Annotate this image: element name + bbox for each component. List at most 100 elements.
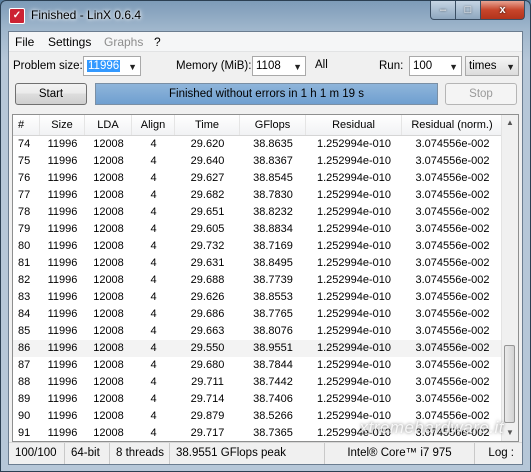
table-row[interactable]: 85 11996 12008 4 29.663 38.8076 1.252994e-010 3… — [13, 323, 503, 340]
column-header[interactable]: Time — [175, 115, 240, 135]
table-cell: 1.252994e-010 — [316, 342, 391, 354]
chevron-down-icon: ▼ — [506, 62, 515, 72]
table-cell: 11996 — [47, 274, 78, 286]
results-table[interactable]: # Size LDA Align Time GFlops Residual Residual … — [12, 114, 519, 442]
vertical-scrollbar[interactable]: ▲ ▼ — [501, 115, 518, 441]
table-cell: 38.7365 — [253, 427, 293, 439]
table-cell: 1.252994e-010 — [316, 274, 391, 286]
table-row[interactable]: 79 11996 12008 4 29.605 38.8834 1.252994e-010 3… — [13, 221, 503, 238]
table-cell: 11996 — [47, 189, 78, 201]
table-row[interactable]: 87 11996 12008 4 29.680 38.7844 1.252994e-010 3… — [13, 357, 503, 374]
maximize-button[interactable]: □ — [456, 1, 481, 20]
table-cell: 29.732 — [190, 240, 225, 252]
table-cell: 11996 — [47, 427, 78, 439]
table-row[interactable]: 80 11996 12008 4 29.732 38.7169 1.252994e-010 3… — [13, 238, 503, 255]
table-cell: 1.252994e-010 — [316, 189, 391, 201]
table-cell: 29.879 — [190, 410, 225, 422]
table-cell: 29.714 — [190, 393, 225, 405]
chevron-down-icon: ▼ — [449, 62, 458, 72]
table-cell: 1.252994e-010 — [316, 240, 391, 252]
table-cell: 12008 — [93, 206, 124, 218]
table-row[interactable]: 88 11996 12008 4 29.711 38.7442 1.252994e-010 3… — [13, 374, 503, 391]
table-cell: 12008 — [93, 155, 124, 167]
scrollbar-thumb[interactable] — [504, 345, 515, 423]
memory-value: 1108 — [256, 60, 281, 72]
arch-label: 64-bit — [65, 443, 110, 464]
table-cell: 4 — [150, 189, 157, 201]
column-header[interactable]: # — [13, 115, 40, 135]
table-cell: 3.074556e-002 — [415, 359, 490, 371]
table-cell: 3.074556e-002 — [415, 274, 490, 286]
column-header[interactable]: Residual (norm.) — [402, 115, 503, 135]
app-icon[interactable]: ✓ — [9, 8, 25, 24]
table-cell: 4 — [150, 223, 157, 235]
memory-combo[interactable]: 1108 ▼ — [252, 56, 306, 76]
table-row[interactable]: 84 11996 12008 4 29.686 38.7765 1.252994e-010 3… — [13, 306, 503, 323]
menu-help[interactable]: ? — [154, 35, 161, 49]
table-row[interactable]: 75 11996 12008 4 29.640 38.8367 1.252994e-010 3… — [13, 153, 503, 170]
table-cell: 38.8495 — [253, 257, 293, 269]
title-bar[interactable]: ✓ Finished - LinX 0.6.4 – □ x — [1, 1, 530, 31]
table-row[interactable]: 76 11996 12008 4 29.627 38.8545 1.252994e-010 3… — [13, 170, 503, 187]
column-header[interactable]: GFlops — [240, 115, 306, 135]
table-cell: 3.074556e-002 — [415, 376, 490, 388]
table-row[interactable]: 86 11996 12008 4 29.550 38.9551 1.252994e-010 3… — [13, 340, 503, 357]
table-cell: 12008 — [93, 325, 124, 337]
table-cell: 75 — [18, 155, 31, 167]
column-header[interactable]: Residual — [306, 115, 402, 135]
table-cell: 4 — [150, 342, 157, 354]
table-row[interactable]: 74 11996 12008 4 29.620 38.8635 1.252994e-010 3… — [13, 136, 503, 153]
table-cell: 38.7844 — [253, 359, 293, 371]
scroll-up-icon[interactable]: ▲ — [502, 115, 518, 131]
table-cell: 1.252994e-010 — [316, 393, 391, 405]
table-row[interactable]: 81 11996 12008 4 29.631 38.8495 1.252994e-010 3… — [13, 255, 503, 272]
memory-label: Memory (MiB): — [176, 60, 252, 72]
caption-buttons: – □ x — [430, 1, 525, 21]
menu-file[interactable]: File — [15, 35, 34, 49]
table-row[interactable]: 78 11996 12008 4 29.651 38.8232 1.252994e-010 3… — [13, 204, 503, 221]
table-cell: 29.550 — [190, 342, 225, 354]
table-cell: 11996 — [47, 376, 78, 388]
table-cell: 29.682 — [190, 189, 225, 201]
menu-graphs[interactable]: Graphs — [104, 35, 143, 49]
run-count-value: 100 — [413, 60, 433, 72]
log-toggle[interactable]: Log : — [475, 443, 522, 464]
table-cell: 11996 — [47, 359, 78, 371]
close-button[interactable]: x — [481, 1, 525, 20]
table-cell: 11996 — [47, 138, 78, 150]
scroll-down-icon[interactable]: ▼ — [502, 425, 518, 441]
table-cell: 4 — [150, 206, 157, 218]
table-row[interactable]: 83 11996 12008 4 29.626 38.8553 1.252994e-010 3… — [13, 289, 503, 306]
column-header[interactable]: Align — [132, 115, 175, 135]
table-cell: 76 — [18, 172, 31, 184]
table-row[interactable]: 82 11996 12008 4 29.688 38.7739 1.252994e-010 3… — [13, 272, 503, 289]
run-count-combo[interactable]: 100 ▼ — [409, 56, 462, 76]
table-cell: 1.252994e-010 — [316, 359, 391, 371]
table-cell: 38.8635 — [253, 138, 293, 150]
column-header[interactable]: Size — [40, 115, 85, 135]
table-row[interactable]: 89 11996 12008 4 29.714 38.7406 1.252994e-010 3… — [13, 391, 503, 408]
run-label: Run: — [379, 60, 404, 72]
table-cell: 79 — [18, 223, 31, 235]
column-header[interactable]: LDA — [85, 115, 132, 135]
cpu-name: Intel® Core™ i7 975 — [325, 443, 475, 464]
table-cell: 4 — [150, 257, 157, 269]
table-cell: 78 — [18, 206, 31, 218]
table-cell: 3.074556e-002 — [415, 308, 490, 320]
memory-all-option[interactable]: All — [315, 59, 328, 71]
table-row[interactable]: 77 11996 12008 4 29.682 38.7830 1.252994e-010 3… — [13, 187, 503, 204]
problem-size-combo[interactable]: 11996 ▼ — [83, 56, 141, 76]
table-cell: 11996 — [47, 325, 78, 337]
table-cell: 12008 — [93, 393, 124, 405]
stop-button[interactable]: Stop — [445, 83, 517, 105]
client-area: File Settings Graphs ? Problem size: 119… — [8, 31, 523, 465]
table-cell: 11996 — [47, 308, 78, 320]
minimize-button[interactable]: – — [430, 1, 456, 20]
table-cell: 12008 — [93, 138, 124, 150]
run-unit-select[interactable]: times ▼ — [465, 56, 519, 76]
menu-settings[interactable]: Settings — [48, 35, 91, 49]
table-cell: 38.8545 — [253, 172, 293, 184]
table-cell: 12008 — [93, 189, 124, 201]
start-button[interactable]: Start — [15, 83, 87, 105]
problem-size-value: 11996 — [87, 60, 121, 72]
